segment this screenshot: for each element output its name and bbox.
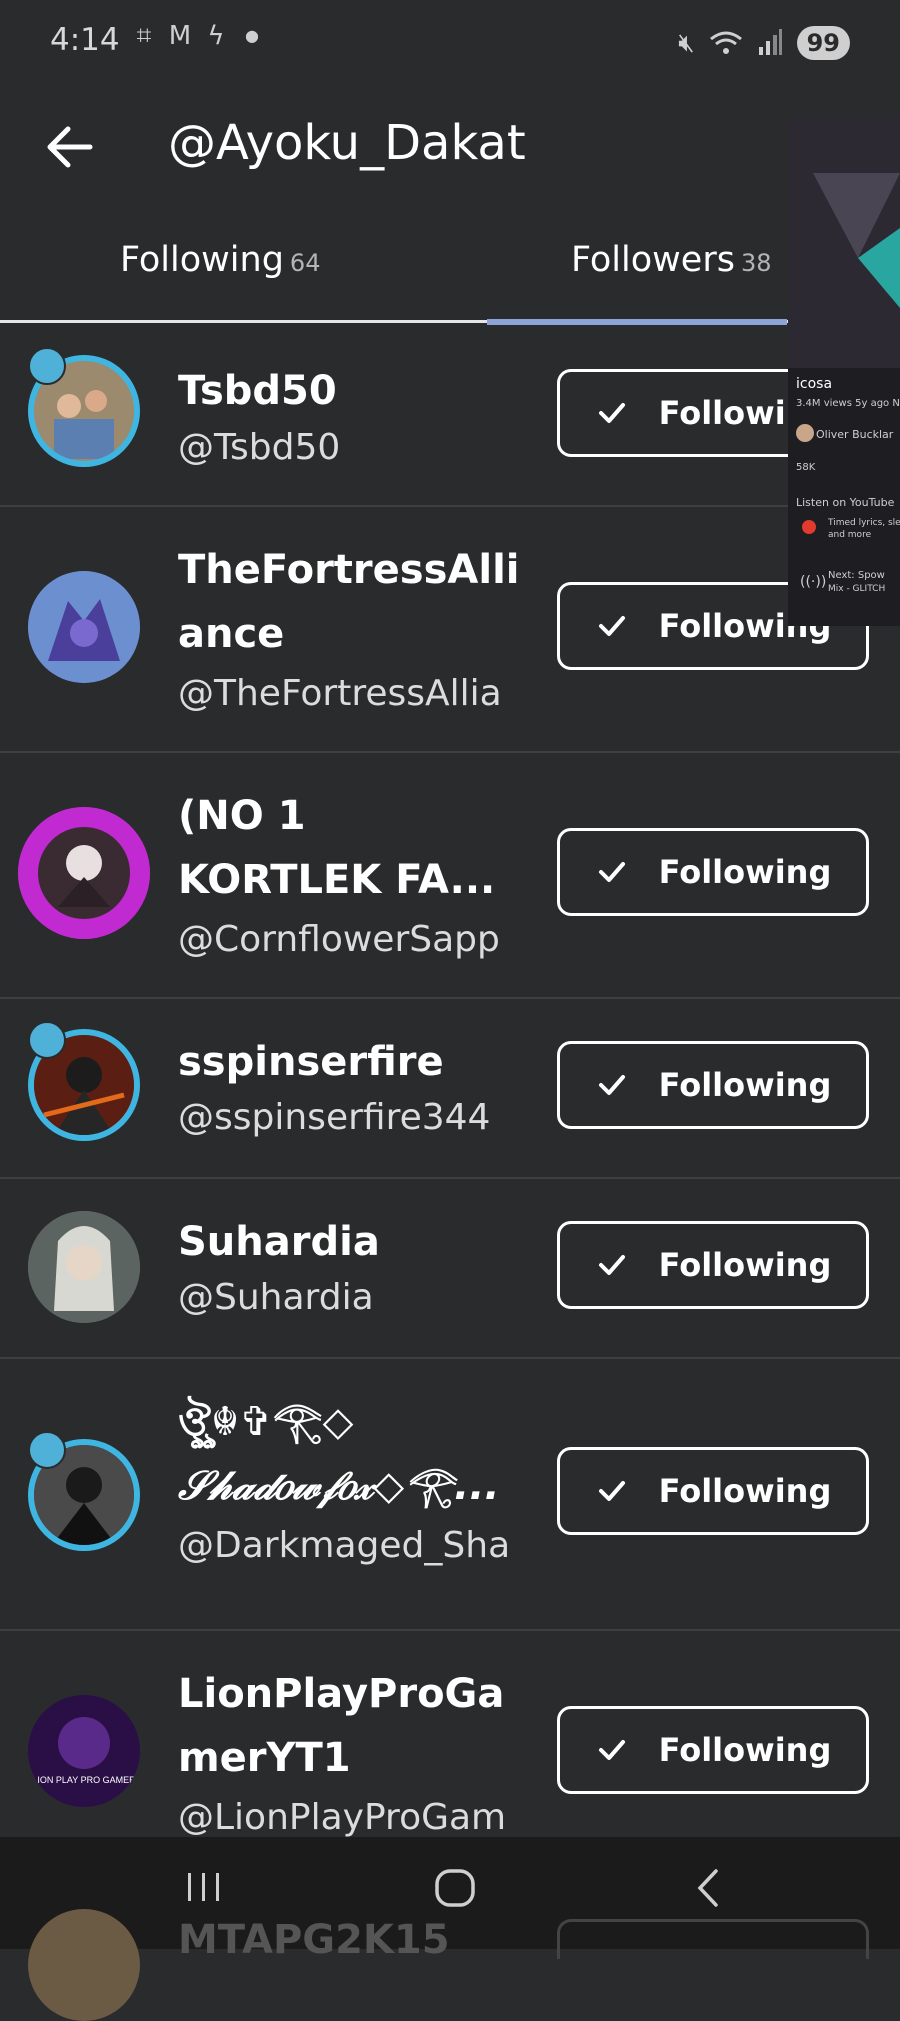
avatar[interactable] <box>28 571 140 683</box>
username: @LionPlayProGam <box>178 1797 507 1838</box>
tab-count: 38 <box>740 249 772 277</box>
recent-apps-icon <box>188 1873 219 1901</box>
check-icon <box>598 616 625 636</box>
display-name: MTAPG2K15 <box>178 1917 450 1963</box>
following-button[interactable]: Following <box>557 828 869 916</box>
video-title: icosa <box>796 376 833 392</box>
following-button-label: Following <box>658 1472 832 1510</box>
back-nav-button[interactable] <box>690 1867 726 1913</box>
video-thumbnail <box>788 118 900 368</box>
username: @Suhardia <box>178 1277 374 1318</box>
list-item[interactable]: (NO 1 KORTLEK FA... @CornflowerSapp Foll… <box>0 751 900 999</box>
signal-icon <box>758 29 782 55</box>
display-name: Suhardia <box>178 1219 380 1265</box>
creator-badge-icon <box>28 347 66 385</box>
next-up-subtitle: Mix - GLITCH <box>828 584 886 594</box>
list-item[interactable]: Suhardia @Suhardia Following <box>0 1177 900 1359</box>
display-name-line2: KORTLEK FA... <box>178 857 496 903</box>
username: @CornflowerSapp <box>178 919 500 960</box>
following-button-label: Following <box>658 1246 832 1284</box>
creator-badge-icon <box>28 1431 66 1469</box>
flash-icon: ϟ <box>207 21 225 51</box>
mute-icon: 🔇︎ <box>678 27 695 58</box>
gmail-icon: M <box>168 21 192 51</box>
radio-icon: ((·)) <box>800 574 827 590</box>
channel-name: Oliver Bucklar <box>816 428 894 441</box>
listen-subtitle-2: and more <box>828 530 872 540</box>
username: @TheFortressAllia <box>178 673 502 714</box>
screenshot-icon: ⌗ <box>136 21 152 51</box>
display-name: Tsbd50 <box>178 368 337 414</box>
list-item[interactable]: ঔৣ☬✞𓂀◇ 𝒮𝒽𝒶𝒹𝑜𝓌𝒻𝑜𝓍◇𓂀... @Darkmaged_Sha Fol… <box>0 1357 900 1631</box>
display-name-line2: merYT1 <box>178 1735 351 1781</box>
check-icon <box>598 1481 625 1501</box>
youtube-music-icon <box>802 520 816 534</box>
battery-indicator: 99 <box>796 26 850 60</box>
check-icon <box>598 1075 625 1095</box>
avatar[interactable] <box>28 1909 140 2021</box>
list-item[interactable]: TheFortressAlli ance @TheFortressAllia F… <box>0 505 900 753</box>
status-time: 4:14 <box>50 22 120 58</box>
top-app-bar: @Ayoku_Dakat <box>0 95 900 205</box>
wifi-icon <box>709 31 742 54</box>
list-item[interactable]: Tsbd50 @Tsbd50 Following <box>0 323 900 507</box>
home-button[interactable] <box>434 1867 476 1913</box>
following-button-label: Following <box>658 853 832 891</box>
back-button[interactable] <box>40 117 100 177</box>
listen-subtitle: Timed lyrics, sle <box>828 518 900 528</box>
page-title: @Ayoku_Dakat <box>168 115 526 171</box>
tab-bar: Following 64 Followers 38 <box>0 240 900 322</box>
avatar-logo-text: LION PLAY PRO GAMER <box>32 1775 136 1785</box>
check-icon <box>598 862 625 882</box>
check-icon <box>598 403 625 423</box>
next-up-title: Next: Spow <box>828 570 885 581</box>
picture-in-picture-player[interactable]: icosa 3.4M views 5y ago No Oliver Buckla… <box>788 118 900 626</box>
avatar[interactable]: LION PLAY PRO GAMER <box>28 1695 140 1807</box>
display-name: TheFortressAlli <box>178 547 518 593</box>
display-name-line2: ance <box>178 611 285 657</box>
dot-icon: ● <box>245 26 259 45</box>
list-item[interactable]: sspinserfire @sspinserfire344 Following <box>0 997 900 1179</box>
status-bar: 4:14 ⌗ M ϟ ● 🔇︎ 99 <box>0 0 900 90</box>
tab-following[interactable]: Following 64 <box>120 240 320 320</box>
check-icon <box>598 1255 625 1275</box>
check-icon <box>598 1740 625 1760</box>
following-button[interactable]: Following <box>557 1447 869 1535</box>
like-count: 58K <box>796 462 816 473</box>
following-button[interactable]: Following <box>557 1706 869 1794</box>
avatar[interactable] <box>18 807 150 939</box>
display-name: ঔৣ☬✞𓂀◇ <box>178 1399 354 1445</box>
chevron-left-icon <box>697 1869 718 1907</box>
home-icon <box>435 1869 475 1907</box>
tab-label: Followers <box>571 240 735 280</box>
tab-label: Following <box>120 240 284 280</box>
following-button[interactable]: Following <box>557 1041 869 1129</box>
following-button-label: Following <box>658 1066 832 1104</box>
username: @Darkmaged_Sha <box>178 1525 511 1566</box>
display-name: (NO 1 <box>178 793 306 839</box>
video-meta: 3.4M views 5y ago No <box>796 398 900 409</box>
tab-followers[interactable]: Followers 38 <box>571 240 772 320</box>
following-button-label: Following <box>658 1731 832 1769</box>
listen-title: Listen on YouTube <box>796 496 895 509</box>
following-button[interactable]: Following <box>557 1221 869 1309</box>
display-name: LionPlayProGa <box>178 1671 505 1717</box>
display-name-line2: 𝒮𝒽𝒶𝒹𝑜𝓌𝒻𝑜𝓍◇𓂀... <box>178 1463 500 1509</box>
tab-count: 64 <box>289 249 321 277</box>
recent-apps-button[interactable] <box>184 1867 224 1911</box>
following-button[interactable] <box>557 1919 869 1959</box>
avatar[interactable] <box>28 1211 140 1323</box>
username: @Tsbd50 <box>178 427 341 468</box>
system-navigation-bar: MTAPG2K15 <box>0 1837 900 2021</box>
username: @sspinserfire344 <box>178 1097 491 1138</box>
display-name: sspinserfire <box>178 1039 444 1085</box>
channel-avatar <box>796 424 814 442</box>
arrow-left-icon <box>47 126 93 168</box>
creator-badge-icon <box>28 1021 66 1059</box>
